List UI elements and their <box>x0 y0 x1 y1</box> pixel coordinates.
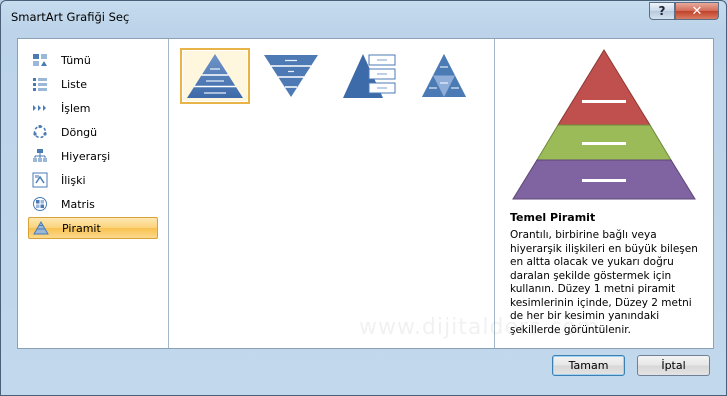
category-item-relationship[interactable]: İlişki <box>28 169 158 191</box>
preview-title: Temel Piramit <box>510 211 596 224</box>
category-label: Piramit <box>62 221 101 235</box>
close-button[interactable]: ✕ <box>675 2 719 20</box>
segmented-pyramid-thumb[interactable] <box>409 48 479 104</box>
preview-pane: Temel Piramit Orantılı, birbirine bağlı … <box>495 39 713 348</box>
category-item-all[interactable]: Tümü <box>28 49 158 71</box>
layout-gallery: www.dijitalders.com <box>169 39 598 348</box>
category-label: İşlem <box>61 101 91 115</box>
hierarchy-icon <box>32 148 48 164</box>
title-bar: SmartArt Grafiği Seç ? ✕ <box>1 1 726 31</box>
relationship-icon <box>32 172 48 188</box>
preview-pyramid-diagram <box>512 49 696 200</box>
category-label: Döngü <box>61 125 98 139</box>
category-label: Hiyerarşi <box>61 149 111 163</box>
window-title: SmartArt Grafiği Seç <box>11 10 130 24</box>
list-icon <box>32 76 48 92</box>
category-item-process[interactable]: İşlem <box>28 97 158 119</box>
pyramid-list-thumb[interactable] <box>335 48 405 104</box>
preview-description: Orantılı, birbirine bağlı veya hiyerarşi… <box>510 229 698 336</box>
category-item-matrix[interactable]: Matris <box>28 193 158 215</box>
help-icon: ? <box>658 4 666 18</box>
cancel-button-label: İptal <box>661 359 686 372</box>
ok-button[interactable]: Tamam <box>552 355 625 376</box>
category-label: İlişki <box>61 173 86 187</box>
help-button[interactable]: ? <box>649 2 675 20</box>
close-icon: ✕ <box>691 3 703 19</box>
matrix-icon <box>32 196 48 212</box>
category-list: Tümü Liste İşlem Döngü Hiyerarşi İlişki … <box>18 39 169 348</box>
process-icon <box>32 100 48 116</box>
cycle-icon <box>32 124 48 140</box>
category-item-hierarchy[interactable]: Hiyerarşi <box>28 145 158 167</box>
pyramid-icon <box>33 220 49 236</box>
category-item-pyramid[interactable]: Piramit <box>28 217 158 239</box>
ok-button-label: Tamam <box>568 359 609 372</box>
cancel-button[interactable]: İptal <box>637 355 710 376</box>
category-label: Tümü <box>61 53 91 67</box>
basic-pyramid-thumb[interactable] <box>180 48 250 104</box>
category-item-list[interactable]: Liste <box>28 73 158 95</box>
category-item-cycle[interactable]: Döngü <box>28 121 158 143</box>
category-label: Liste <box>61 77 87 91</box>
inverted-pyramid-thumb[interactable] <box>256 48 326 104</box>
dialog-window: SmartArt Grafiği Seç ? ✕ Tümü Liste İşle… <box>0 0 727 396</box>
category-label: Matris <box>61 197 95 211</box>
main-panel: Tümü Liste İşlem Döngü Hiyerarşi İlişki … <box>17 38 714 349</box>
all-icon <box>32 52 48 68</box>
